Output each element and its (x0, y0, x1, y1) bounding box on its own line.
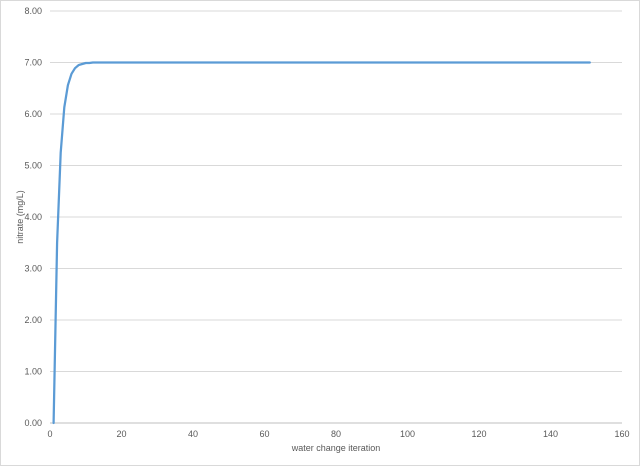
x-tick-label: 20 (116, 429, 126, 439)
x-tick-label: 60 (259, 429, 269, 439)
y-tick-label: 7.00 (24, 58, 42, 68)
y-tick-label: 8.00 (24, 6, 42, 16)
x-tick-label: 100 (400, 429, 415, 439)
x-axis-title: water change iteration (291, 443, 381, 453)
gridlines (50, 10, 622, 372)
x-tick-label: 80 (331, 429, 341, 439)
x-tick-label: 120 (471, 429, 486, 439)
y-axis-title: nitrate (mg/L) (15, 190, 25, 244)
x-tick-label: 0 (47, 429, 52, 439)
y-tick-label: 4.00 (24, 212, 42, 222)
y-tick-label: 2.00 (24, 315, 42, 325)
x-tick-labels: 0 20 40 60 80 100 120 140 160 (47, 429, 629, 439)
series-group (52, 61, 591, 425)
y-tick-labels: 0.00 1.00 2.00 3.00 4.00 5.00 6.00 7.00 8.00 (24, 6, 42, 428)
line-chart: 0.00 1.00 2.00 3.00 4.00 5.00 6.00 7.00 8.00 0 20… (15, 6, 630, 453)
y-tick-label: 6.00 (24, 109, 42, 119)
y-tick-label: 0.00 (24, 418, 42, 428)
y-tick-label: 3.00 (24, 264, 42, 274)
y-tick-label: 1.00 (24, 367, 42, 377)
x-tick-label: 140 (543, 429, 558, 439)
x-tick-label: 160 (614, 429, 629, 439)
series-line (52, 61, 591, 425)
y-tick-label: 5.00 (24, 161, 42, 171)
x-tick-label: 40 (188, 429, 198, 439)
